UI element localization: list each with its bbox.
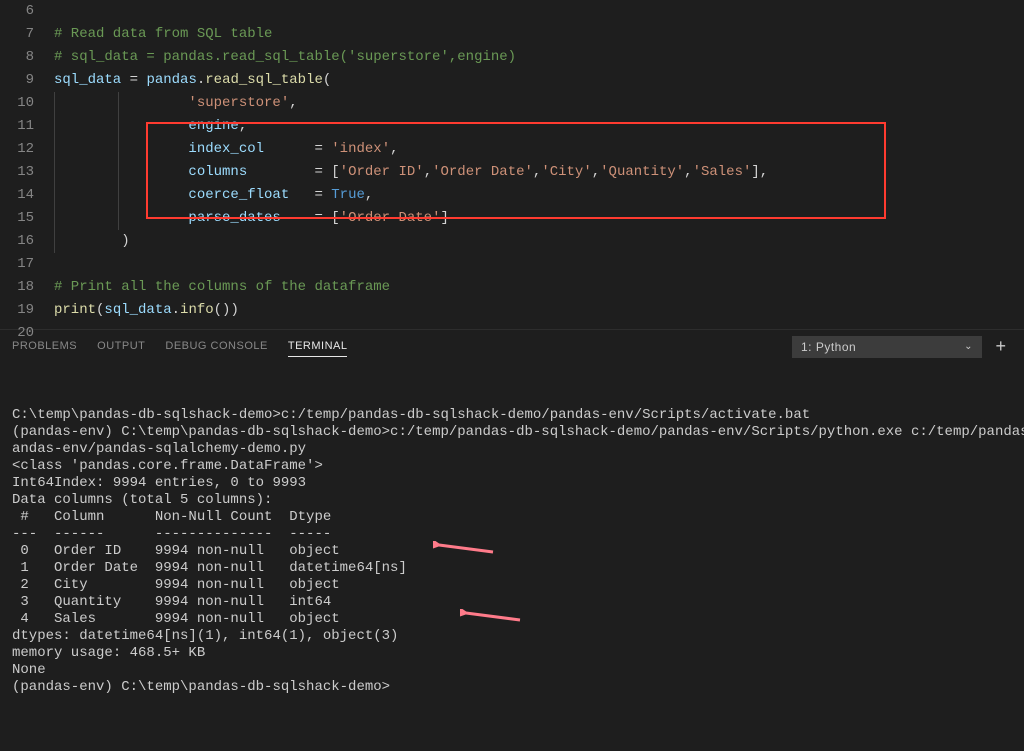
line-number: 16 [0,230,54,253]
code-line[interactable]: 16 ) [0,230,1024,253]
line-number: 18 [0,276,54,299]
line-number: 7 [0,23,54,46]
line-number: 12 [0,138,54,161]
code-line[interactable]: 18# Print all the columns of the datafra… [0,276,1024,299]
code-line[interactable]: 19print(sql_data.info()) [0,299,1024,322]
terminal-line: (pandas-env) C:\temp\pandas-db-sqlshack-… [12,424,1012,441]
terminal-line: <class 'pandas.core.frame.DataFrame'> [12,458,1012,475]
code-line[interactable]: 17 [0,253,1024,276]
line-number: 6 [0,0,54,23]
code-line[interactable]: 13 columns = ['Order ID','Order Date','C… [0,161,1024,184]
code-content: engine, [54,115,1024,138]
code-content: ) [54,230,1024,253]
line-number: 14 [0,184,54,207]
line-number: 11 [0,115,54,138]
code-editor[interactable]: 67# Read data from SQL table8# sql_data … [0,0,1024,329]
code-line[interactable]: 10 'superstore', [0,92,1024,115]
line-number: 9 [0,69,54,92]
line-number: 20 [0,322,54,345]
code-line[interactable]: 9sql_data = pandas.read_sql_table( [0,69,1024,92]
terminal-line: (pandas-env) C:\temp\pandas-db-sqlshack-… [12,679,1012,696]
code-line[interactable]: 12 index_col = 'index', [0,138,1024,161]
code-line[interactable]: 15 parse_dates = ['Order Date'] [0,207,1024,230]
terminal-line: 1 Order Date 9994 non-null datetime64[ns… [12,560,1012,577]
code-line[interactable]: 6 [0,0,1024,23]
line-number: 8 [0,46,54,69]
terminal-line: Int64Index: 9994 entries, 0 to 9993 [12,475,1012,492]
code-content: # sql_data = pandas.read_sql_table('supe… [54,46,1024,69]
terminal-line: 4 Sales 9994 non-null object [12,611,1012,628]
code-content: # Read data from SQL table [54,23,1024,46]
terminal-line: memory usage: 468.5+ KB [12,645,1012,662]
terminal-line: andas-env/pandas-sqlalchemy-demo.py [12,441,1012,458]
line-number: 10 [0,92,54,115]
terminal-line: Data columns (total 5 columns): [12,492,1012,509]
code-content: sql_data = pandas.read_sql_table( [54,69,1024,92]
code-content [54,253,1024,276]
line-number: 13 [0,161,54,184]
terminal-line: 0 Order ID 9994 non-null object [12,543,1012,560]
line-number: 15 [0,207,54,230]
code-content: coerce_float = True, [54,184,1024,207]
code-content: # Print all the columns of the dataframe [54,276,1024,299]
code-content: index_col = 'index', [54,138,1024,161]
code-content: parse_dates = ['Order Date'] [54,207,1024,230]
terminal-line: dtypes: datetime64[ns](1), int64(1), obj… [12,628,1012,645]
code-line[interactable]: 8# sql_data = pandas.read_sql_table('sup… [0,46,1024,69]
code-line[interactable]: 20 [0,322,1024,345]
code-content: print(sql_data.info()) [54,299,1024,322]
terminal-line: None [12,662,1012,679]
line-number: 19 [0,299,54,322]
code-line[interactable]: 14 coerce_float = True, [0,184,1024,207]
terminal-line: --- ------ -------------- ----- [12,526,1012,543]
code-content: 'superstore', [54,92,1024,115]
terminal-line: 3 Quantity 9994 non-null int64 [12,594,1012,611]
terminal-output[interactable]: C:\temp\pandas-db-sqlshack-demo>c:/temp/… [0,363,1024,751]
terminal-line: C:\temp\pandas-db-sqlshack-demo>c:/temp/… [12,407,1012,424]
terminal-line: 2 City 9994 non-null object [12,577,1012,594]
code-content: columns = ['Order ID','Order Date','City… [54,161,1024,184]
code-line[interactable]: 7# Read data from SQL table [0,23,1024,46]
line-number: 17 [0,253,54,276]
code-content [54,322,1024,345]
code-content [54,0,1024,23]
code-line[interactable]: 11 engine, [0,115,1024,138]
terminal-line: # Column Non-Null Count Dtype [12,509,1012,526]
